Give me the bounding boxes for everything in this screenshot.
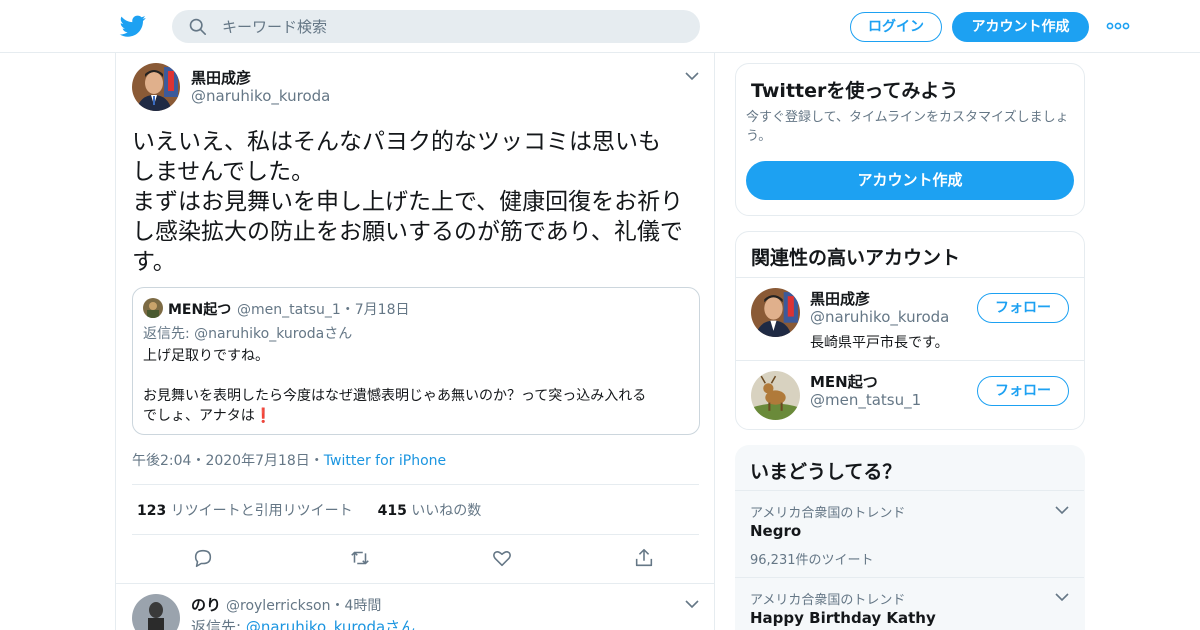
quoted-tweet[interactable]: MEN起つ @men_tatsu_1・7月18日 返信先: @naruhiko_… [132,287,700,435]
signup-button[interactable]: アカウント作成 [952,12,1089,42]
tweet-timestamp: 午後2:04・2020年7月18日・Twitter for iPhone [132,450,446,470]
retweet-icon[interactable] [349,547,371,569]
author-handle[interactable]: @naruhiko_kuroda [191,87,330,105]
reply-prefix: 返信先: [143,326,195,342]
trend-location: アメリカ合衆国のトレンド [750,506,906,521]
reply-context: 返信先: @naruhiko_kurodaさん [191,616,415,630]
like-icon[interactable] [491,547,513,569]
quote-author-name: MEN起つ [168,302,232,318]
chevron-down-icon[interactable] [685,71,699,81]
share-icon[interactable] [633,547,655,569]
trend-name[interactable]: Negro [750,522,801,540]
reply-icon[interactable] [192,547,214,569]
trend-location: アメリカ合衆国のトレンド [750,593,906,608]
twitter-logo-icon[interactable] [119,13,147,39]
related-account-item[interactable]: 黒田成彦 @naruhiko_kuroda 長崎県平戸市長です。 フォロー [736,277,1084,360]
signup-card-button[interactable]: アカウント作成 [746,161,1074,200]
account-name[interactable]: MEN起つ [810,371,878,392]
top-navigation-bar: ログイン アカウント作成 [0,0,1200,53]
chevron-down-icon[interactable] [1055,592,1069,602]
tweet-source-link[interactable]: Twitter for iPhone [324,453,446,469]
search-input[interactable] [222,10,682,43]
reply-to-link[interactable]: @naruhiko_kurodaさん [194,326,352,342]
account-handle[interactable]: @men_tatsu_1 [810,391,921,409]
quote-author-handle: @men_tatsu_1・7月18日 [237,302,410,318]
divider [132,534,699,535]
trend-item[interactable]: アメリカ合衆国のトレンド Happy Birthday Kathy [735,577,1084,630]
search-box[interactable] [172,10,700,43]
tweet-time[interactable]: 午後2:04・2020年7月18日・ [132,453,324,469]
like-count[interactable]: 415 [378,503,407,519]
account-name[interactable]: 黒田成彦 [810,288,870,309]
quote-reply-context: 返信先: @naruhiko_kurodaさん [143,323,352,343]
trends-card: いまどうしてる？ アメリカ合衆国のトレンド Negro 96,231件のツイート… [735,445,1085,630]
reply-tweet[interactable]: のり @roylerrickson・4時間 返信先: @naruhiko_kur… [116,583,714,630]
follow-button[interactable]: フォロー [977,293,1069,323]
login-button[interactable]: ログイン [850,12,942,42]
author-name[interactable]: 黒田成彦 [191,67,251,88]
reply-author-avatar[interactable] [132,594,180,630]
account-avatar[interactable] [751,371,800,420]
main-tweet-column: 黒田成彦 @naruhiko_kuroda いえいえ、私はそんなパヨク的なツッコ… [115,53,715,630]
trend-name[interactable]: Happy Birthday Kathy [750,609,936,627]
trend-item[interactable]: アメリカ合衆国のトレンド Negro 96,231件のツイート [735,490,1084,577]
reply-author-handle[interactable]: @roylerrickson・4時間 [226,595,381,615]
quote-author-avatar [143,298,163,318]
reply-prefix: 返信先: [191,618,246,630]
retweet-label[interactable]: リツイートと引用リツイート [171,503,353,519]
account-avatar[interactable] [751,288,800,337]
more-options-icon[interactable] [1106,19,1130,33]
search-icon [189,18,207,36]
related-accounts-card: 関連性の高いアカウント 黒田成彦 @naruhiko_kuroda 長崎県平戸市… [735,231,1085,430]
chevron-down-icon[interactable] [685,599,699,609]
follow-button[interactable]: フォロー [977,376,1069,406]
trends-title: いまどうしてる？ [750,461,902,483]
signup-card: Twitterを使ってみよう 今すぐ登録して、タイムラインをカスタマイズしましょ… [735,63,1085,216]
reply-to-link[interactable]: @naruhiko_kurodaさん [246,618,415,630]
account-bio: 長崎県平戸市長です。 [810,335,949,351]
related-account-item[interactable]: MEN起つ @men_tatsu_1 フォロー [736,360,1084,429]
tweet-actions [132,547,699,571]
chevron-down-icon[interactable] [1055,505,1069,515]
related-accounts-title: 関連性の高いアカウント [751,247,961,269]
tweet-text: いえいえ、私はそんなパヨク的なツッコミは思いも しませんでした。 まずはお見舞い… [132,129,684,275]
author-avatar[interactable] [132,63,180,111]
reply-author-name[interactable]: のり [191,594,221,615]
trend-tweet-count: 96,231件のツイート [750,553,874,568]
signup-card-description: 今すぐ登録して、タイムラインをカスタマイズしましょう。 [746,110,1069,144]
retweet-count[interactable]: 123 [137,503,166,519]
divider [132,484,699,485]
like-label[interactable]: いいねの数 [411,503,481,519]
account-handle[interactable]: @naruhiko_kuroda [810,308,949,326]
signup-card-title: Twitterを使ってみよう [751,80,959,102]
quote-text: 上げ足取りですね。 お見舞いを表明したら今度はなぜ遺憾表明じゃあ無いのか？って突… [143,348,647,424]
tweet-stats: 123 リツイートと引用リツイート 415 いいねの数 [137,500,481,520]
